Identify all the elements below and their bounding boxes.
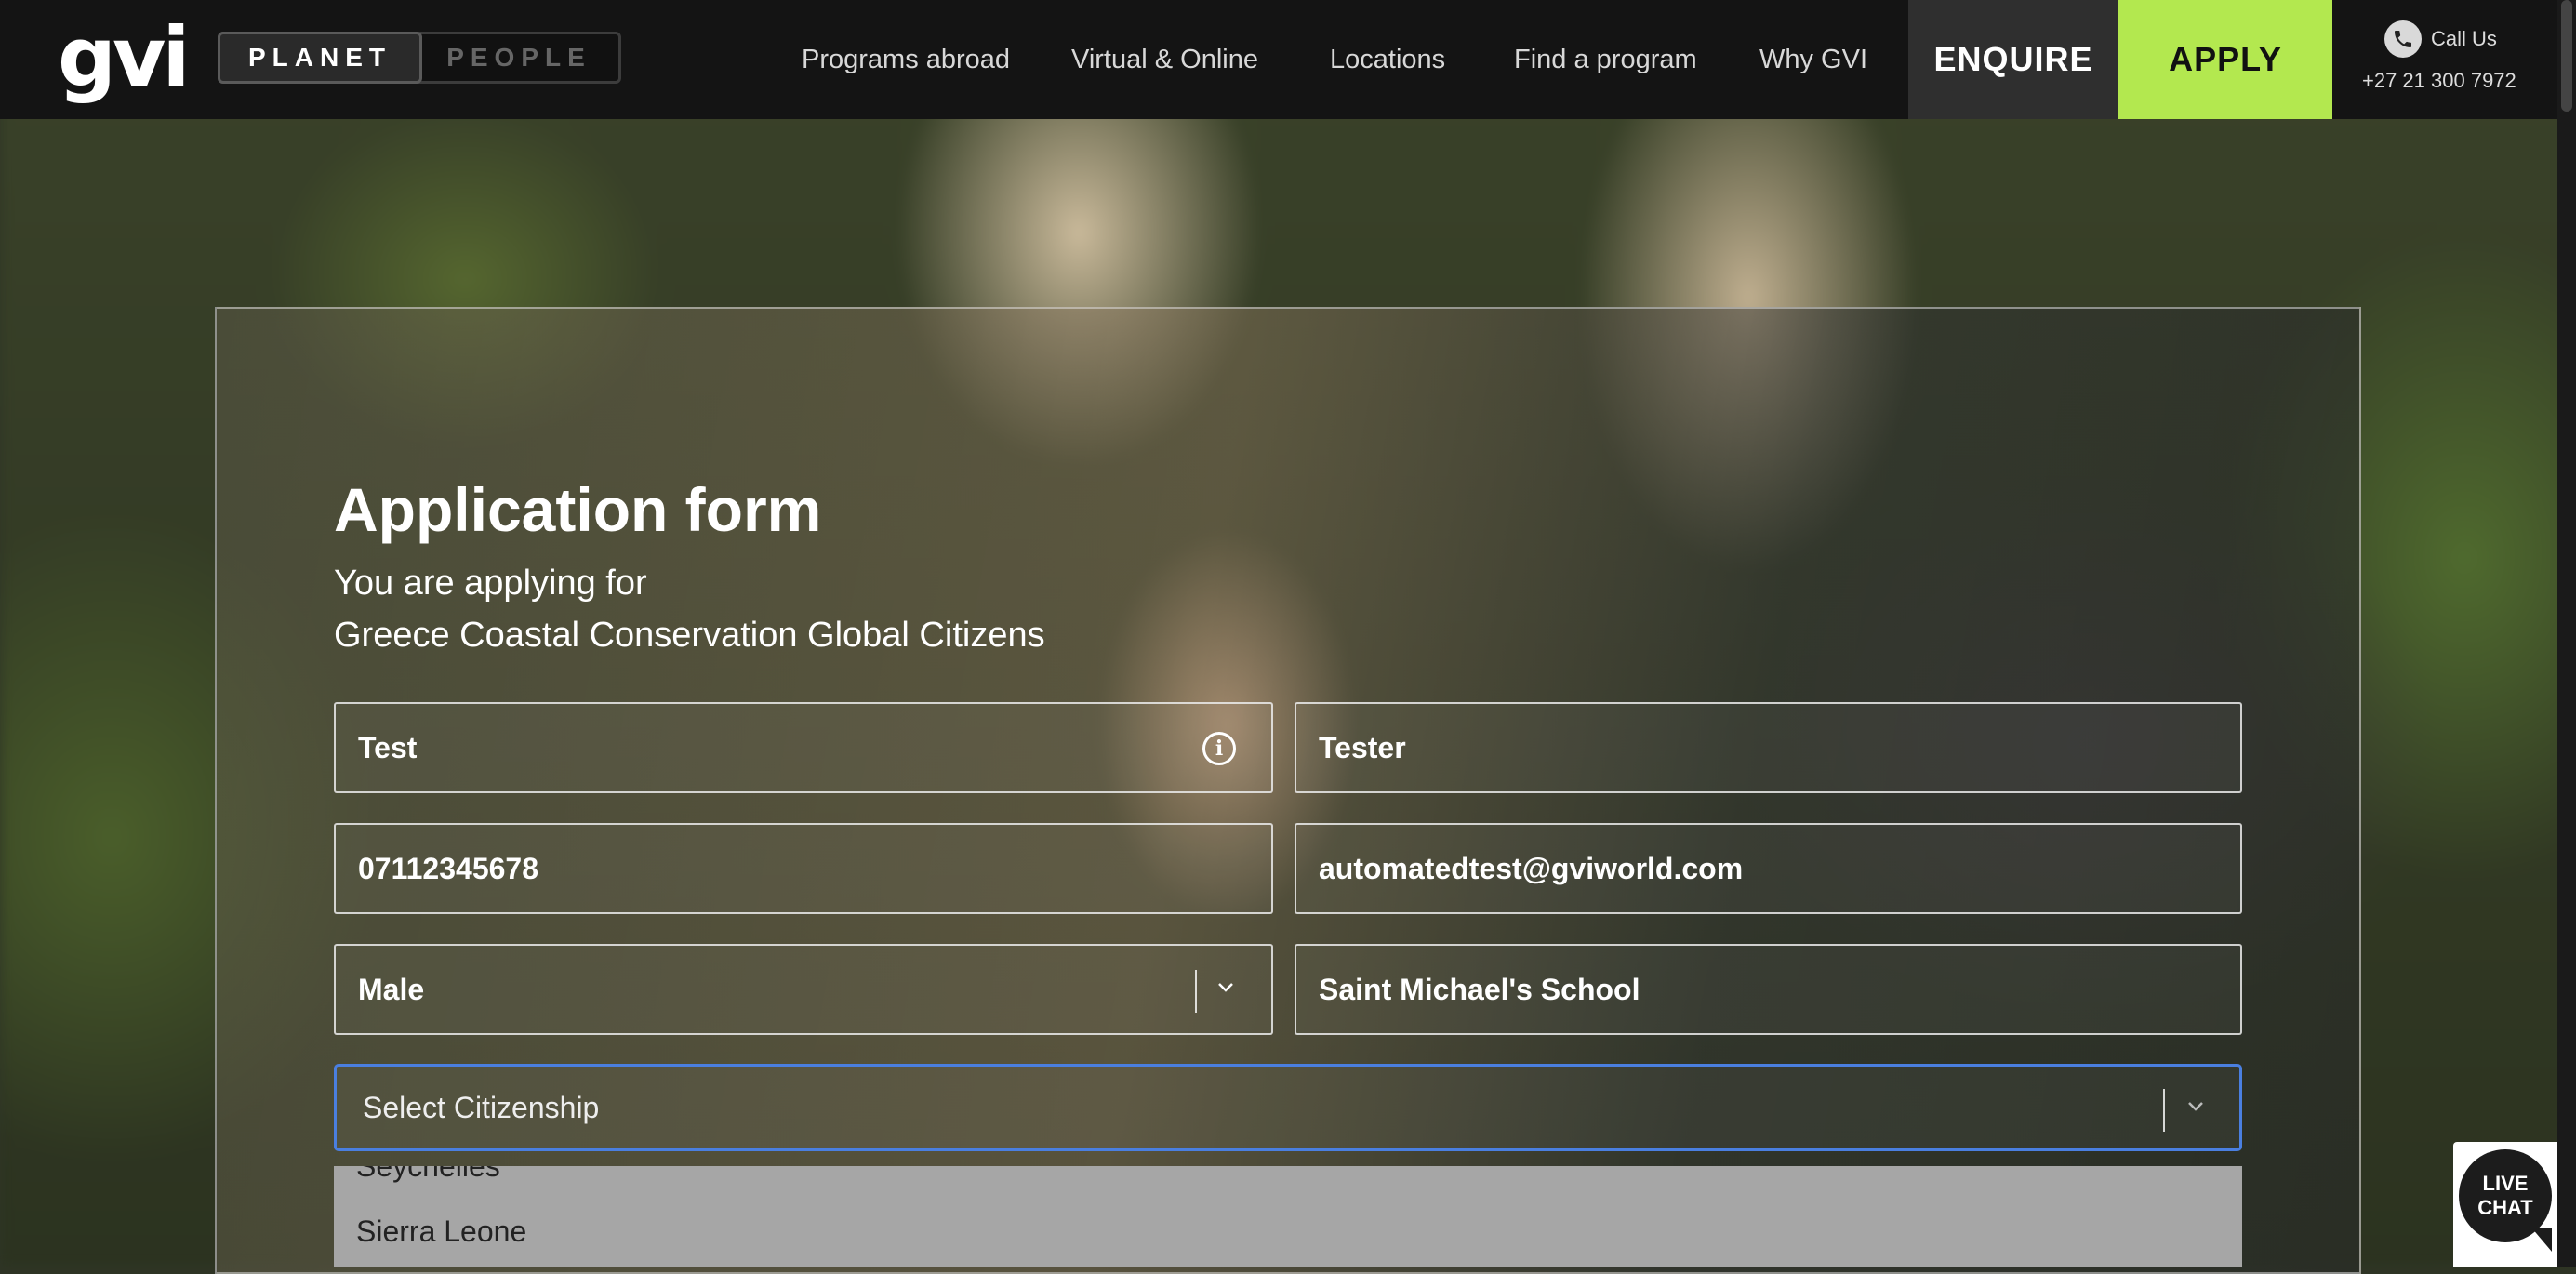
chevron-down-icon[interactable] <box>2187 1098 2204 1115</box>
applying-for-label: You are applying for <box>334 564 647 603</box>
live-chat-button[interactable]: LIVE CHAT <box>2453 1142 2557 1267</box>
gvi-logo[interactable]: gvi <box>58 11 191 104</box>
option-sierra-leone[interactable]: Sierra Leone <box>356 1214 526 1249</box>
info-icon[interactable]: i <box>1202 732 1236 765</box>
email-value: automatedtest@gviworld.com <box>1319 851 1744 885</box>
citizenship-select[interactable]: Select Citizenship <box>334 1064 2242 1151</box>
nav-virtual-online[interactable]: Virtual & Online <box>1071 0 1258 119</box>
call-us[interactable]: Call Us +27 21 300 7972 <box>2332 0 2546 119</box>
first-name-value: Test <box>358 730 418 764</box>
citizenship-placeholder: Select Citizenship <box>363 1090 600 1124</box>
citizenship-dropdown-list[interactable]: Seychelles Sierra Leone <box>334 1166 2242 1267</box>
gender-select[interactable]: Male <box>334 944 1273 1035</box>
phone-value: 07112345678 <box>358 851 538 885</box>
live-chat-line1: LIVE <box>2482 1172 2529 1195</box>
phone-icon <box>2384 20 2422 58</box>
nav-find-a-program[interactable]: Find a program <box>1514 0 1697 119</box>
nav-programs-abroad[interactable]: Programs abroad <box>802 0 1010 119</box>
nav-why-gvi[interactable]: Why GVI <box>1759 0 1867 119</box>
scrollbar-track[interactable] <box>2557 0 2576 1267</box>
apply-button[interactable]: APPLY <box>2118 0 2332 119</box>
school-field[interactable]: Saint Michael's School <box>1295 944 2242 1035</box>
toggle-planet[interactable]: PLANET <box>218 32 422 84</box>
nav-locations[interactable]: Locations <box>1330 0 1445 119</box>
select-separator <box>1195 970 1197 1013</box>
last-name-value: Tester <box>1319 730 1406 764</box>
gender-value: Male <box>358 972 425 1006</box>
select-separator <box>2163 1089 2165 1132</box>
enquire-button[interactable]: ENQUIRE <box>1908 0 2118 119</box>
form-title: Application form <box>334 475 822 544</box>
call-us-label: Call Us <box>2431 27 2497 50</box>
chat-bubble-icon: LIVE CHAT <box>2459 1149 2552 1242</box>
chevron-down-icon[interactable] <box>1217 979 1234 996</box>
option-seychelles[interactable]: Seychelles <box>356 1166 500 1184</box>
email-field[interactable]: automatedtest@gviworld.com <box>1295 823 2242 914</box>
phone-number[interactable]: +27 21 300 7972 <box>2362 69 2516 93</box>
program-name: Greece Coastal Conservation Global Citiz… <box>334 616 1045 655</box>
planet-people-toggle[interactable]: PLANET PEOPLE <box>218 32 621 84</box>
first-name-field[interactable]: Test i <box>334 702 1273 793</box>
scrollbar-thumb[interactable] <box>2561 0 2572 112</box>
phone-field[interactable]: 07112345678 <box>334 823 1273 914</box>
toggle-people[interactable]: PEOPLE <box>419 34 618 81</box>
live-chat-line2: CHAT <box>2477 1196 2533 1219</box>
school-value: Saint Michael's School <box>1319 972 1640 1006</box>
top-navigation-bar: gvi PLANET PEOPLE Programs abroad Virtua… <box>0 0 2576 119</box>
last-name-field[interactable]: Tester <box>1295 702 2242 793</box>
